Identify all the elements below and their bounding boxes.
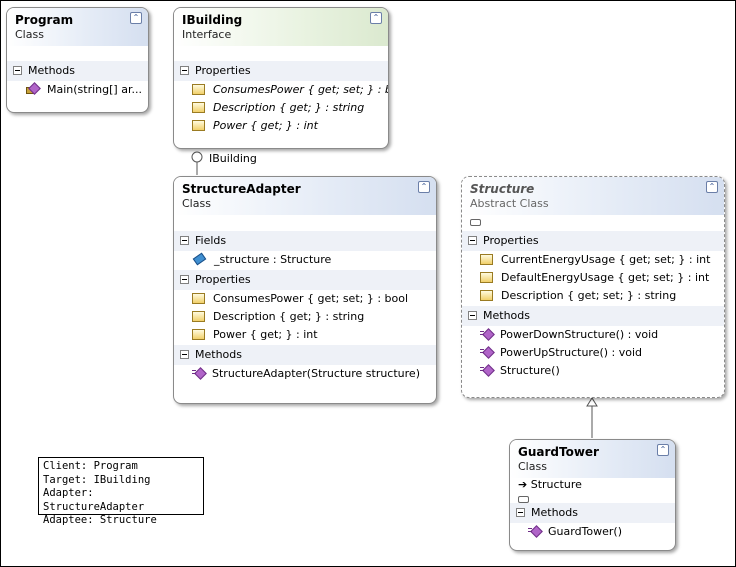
member-powerdown[interactable]: PowerDownStructure() : void	[462, 326, 724, 344]
legend-line: Client: Program	[43, 460, 138, 472]
collapse-icon[interactable]: ⌃	[130, 12, 142, 24]
section-properties[interactable]: Properties	[174, 60, 388, 81]
section-properties[interactable]: Properties	[174, 269, 436, 290]
class-header: GuardTower Class ⌃	[510, 440, 675, 478]
property-icon	[192, 328, 205, 340]
shortcut-icon	[470, 218, 481, 226]
class-name: GuardTower	[518, 445, 599, 459]
class-program[interactable]: Program Class ⌃ Methods Main(string[] ar…	[6, 7, 149, 113]
inherits-arrow-icon: ➔	[518, 478, 531, 491]
property-icon	[192, 101, 205, 113]
member-structure-field[interactable]: _structure : Structure	[174, 251, 436, 269]
member-current-energy[interactable]: CurrentEnergyUsage { get; set; } : int	[462, 251, 724, 269]
member-constructor[interactable]: GuardTower()	[510, 523, 675, 541]
member-power[interactable]: Power { get; } : int	[174, 326, 436, 344]
class-header: StructureAdapter Class ⌃	[174, 177, 436, 215]
inheritance-arrowhead	[586, 397, 598, 407]
legend-line: Target: IBuilding	[43, 473, 151, 486]
section-methods[interactable]: Methods	[7, 60, 148, 81]
member-description[interactable]: Description { get; set; } : string	[462, 287, 724, 305]
class-header: Structure Abstract Class ⌃	[462, 177, 724, 215]
section-properties[interactable]: Properties	[462, 230, 724, 251]
class-stereotype: Class	[518, 460, 547, 473]
class-name: IBuilding	[182, 13, 243, 27]
lollipop-label: IBuilding	[209, 152, 257, 165]
minus-icon[interactable]	[180, 65, 189, 75]
class-header: IBuilding Interface ⌃	[174, 8, 388, 46]
property-icon	[192, 83, 205, 95]
method-icon	[480, 329, 492, 339]
legend-line: Adapter: StructureAdapter	[43, 487, 145, 513]
member-default-energy[interactable]: DefaultEnergyUsage { get; set; } : int	[462, 269, 724, 287]
static-method-icon	[25, 83, 39, 95]
class-stereotype: Class	[182, 197, 211, 210]
member-constructor[interactable]: StructureAdapter(Structure structure)	[174, 365, 436, 383]
minus-icon[interactable]	[180, 274, 189, 284]
property-icon	[192, 310, 205, 322]
legend-line: Adaptee: Structure	[43, 514, 157, 526]
collapse-icon[interactable]: ⌃	[657, 444, 669, 456]
property-icon	[192, 292, 205, 304]
class-structure-adapter[interactable]: StructureAdapter Class ⌃ Fields _structu…	[173, 176, 437, 404]
collapse-icon[interactable]: ⌃	[418, 181, 430, 193]
member-consumespower[interactable]: ConsumesPower { get; set; } : bool	[174, 81, 388, 99]
method-icon	[480, 347, 492, 357]
minus-icon[interactable]	[180, 349, 189, 359]
minus-icon[interactable]	[516, 507, 525, 517]
method-icon	[528, 526, 540, 536]
class-stereotype: Class	[15, 28, 44, 41]
lollipop-circle	[191, 151, 203, 163]
section-methods[interactable]: Methods	[462, 305, 724, 326]
class-structure[interactable]: Structure Abstract Class ⌃ Properties Cu…	[461, 176, 725, 398]
minus-icon[interactable]	[468, 235, 477, 245]
minus-icon[interactable]	[180, 235, 189, 245]
section-methods[interactable]: Methods	[510, 502, 675, 523]
class-header: Program Class ⌃	[7, 8, 148, 46]
member-description[interactable]: Description { get; } : string	[174, 99, 388, 117]
class-stereotype: Interface	[182, 28, 232, 41]
section-methods[interactable]: Methods	[174, 344, 436, 365]
member-constructor[interactable]: Structure()	[462, 362, 724, 380]
property-icon	[480, 271, 493, 283]
role-legend: Client: Program Target: IBuilding Adapte…	[38, 457, 204, 526]
member-powerup[interactable]: PowerUpStructure() : void	[462, 344, 724, 362]
field-icon	[192, 253, 206, 265]
method-icon	[480, 365, 492, 375]
member-description[interactable]: Description { get; } : string	[174, 308, 436, 326]
method-icon	[192, 368, 204, 378]
class-name: StructureAdapter	[182, 182, 301, 196]
class-name: Structure	[470, 182, 535, 196]
collapse-icon[interactable]: ⌃	[370, 12, 382, 24]
interface-ibuilding[interactable]: IBuilding Interface ⌃ Properties Consume…	[173, 7, 389, 149]
section-fields[interactable]: Fields	[174, 230, 436, 251]
shortcut-icon	[518, 495, 529, 503]
property-icon	[192, 119, 205, 131]
base-class: ➔ Structure	[518, 478, 582, 491]
class-stereotype: Abstract Class	[470, 197, 549, 210]
property-icon	[480, 253, 493, 265]
member-consumespower[interactable]: ConsumesPower { get; set; } : bool	[174, 290, 436, 308]
class-name: Program	[15, 13, 74, 27]
member-power[interactable]: Power { get; } : int	[174, 117, 388, 135]
member-main[interactable]: Main(string[] ar...	[7, 81, 148, 99]
minus-icon[interactable]	[468, 310, 477, 320]
class-guard-tower[interactable]: GuardTower Class ⌃ ➔ Structure Methods G…	[509, 439, 676, 551]
collapse-icon[interactable]: ⌃	[706, 181, 718, 193]
property-icon	[480, 289, 493, 301]
minus-icon[interactable]	[13, 65, 22, 75]
